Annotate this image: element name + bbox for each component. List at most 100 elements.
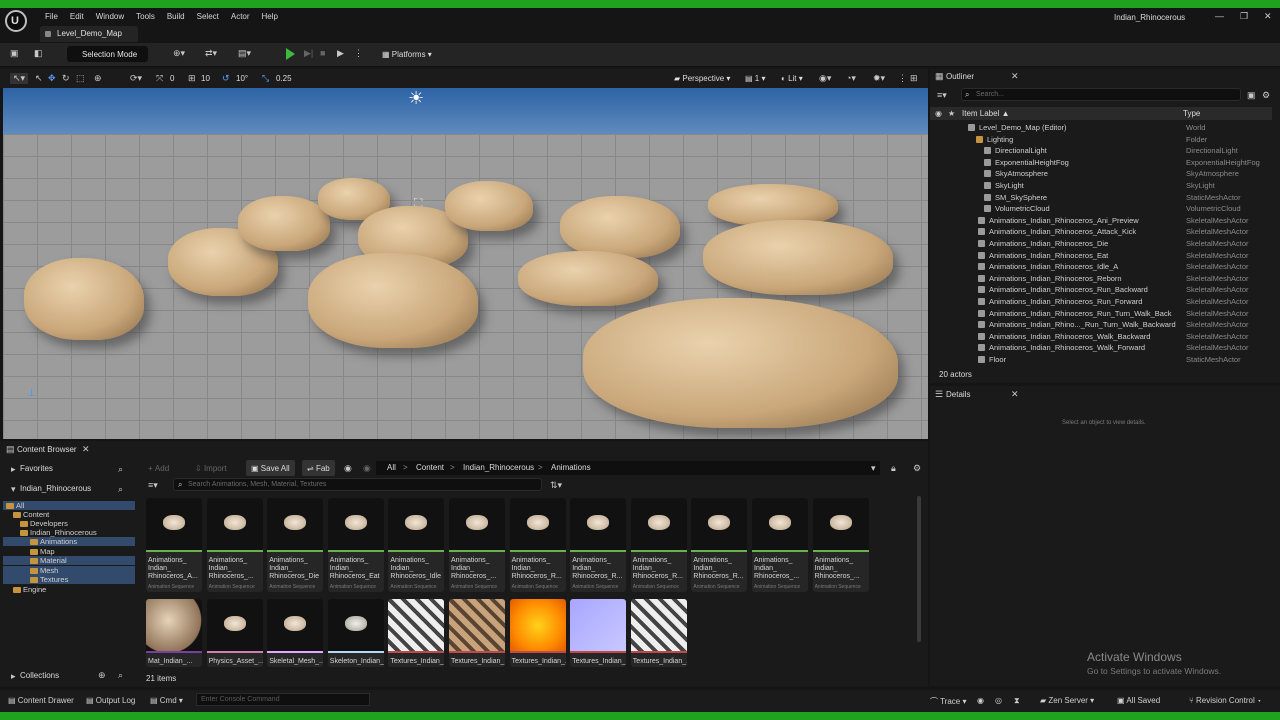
grid-snap-value[interactable]: 10 [201,70,210,86]
type-column[interactable]: Type [1183,109,1200,123]
asset-tile[interactable]: Textures_Indian_... [509,599,566,667]
cb-settings-icon[interactable]: ⚙ [913,463,921,474]
path-content[interactable]: Content [416,463,444,472]
asset-tile[interactable]: Textures_Indian_... [388,599,445,667]
fab-button[interactable]: ⇌ Fab [302,460,335,476]
outliner-fog-row[interactable]: ExponentialHeightFog ExponentialHeightFog [930,157,1272,168]
menu-help[interactable]: Help [256,12,284,21]
rhino-actor[interactable] [583,298,898,428]
close-details-icon[interactable]: ✕ [1011,389,1019,400]
tree-item-developers[interactable]: Developers [3,519,68,528]
outliner-actor-row[interactable]: Floor StaticMeshActor [930,354,1272,365]
select-tool-icon[interactable]: ↖ [35,73,43,84]
collections-search-icon[interactable]: ⌕ [118,670,123,681]
rhino-actor[interactable] [518,251,658,306]
tree-item-content[interactable]: Content [3,510,49,519]
cinematics-icon[interactable]: ▤▾ [238,48,251,59]
rhino-actor[interactable] [24,258,144,340]
maximize-icon[interactable]: ❐ [1240,11,1248,22]
path-indian-rhinocerous[interactable]: Indian_Rhinocerous [463,463,534,472]
collapse-root-icon[interactable]: ▾ [11,484,16,495]
tree-item-all[interactable]: All [3,501,135,510]
tree-item-engine[interactable]: Engine [3,585,46,594]
asset-tile[interactable]: Animations_ Indian_ Rhinoceros_R... Anima… [691,498,748,592]
outliner-search[interactable]: Search... [961,88,1241,101]
step-icon[interactable]: ▶| [304,48,313,59]
root-search-icon[interactable]: ⌕ [118,484,123,495]
path-dropdown-icon[interactable]: ▾ [871,463,876,474]
layout-icon[interactable]: ⊞ [910,73,918,84]
play-options-icon[interactable]: ⋮ [354,48,363,59]
blueprint-icon[interactable]: ⇄▾ [205,48,217,59]
close-window-icon[interactable]: ✕ [1264,11,1272,22]
outliner-actor-row[interactable]: Animations_Indian_Rhinoceros_Run_Backwar… [930,284,1272,295]
rotate-tool-icon[interactable]: ↻ [62,73,70,84]
surface-snap-icon[interactable]: ⟳▾ [130,73,142,84]
outliner-actor-row[interactable]: Animations_Indian_Rhinoceros_Reborn Skele… [930,273,1272,284]
content-drawer-button[interactable]: ▤ Content Drawer [8,696,74,705]
asset-tile[interactable]: Textures_Indian_... [570,599,627,667]
asset-tile[interactable]: Skeletal_Mesh_... [267,599,324,667]
asset-tile[interactable]: Animations_ Indian_ Rhinoceros_... Animat… [449,498,505,592]
scale-tool-icon[interactable]: ⬚ [76,73,85,84]
project-root-header[interactable]: Indian_Rhinocerous [20,484,91,498]
outliner-actor-row[interactable]: Animations_Indian_Rhinoceros_Run_Turn_Wa… [930,308,1272,319]
menu-select[interactable]: Select [191,12,225,21]
rhino-actor[interactable] [308,253,478,348]
pin-icon[interactable]: ★ [948,109,955,118]
menu-edit[interactable]: Edit [64,12,90,21]
collections-header[interactable]: Collections [20,671,59,685]
asset-tile[interactable]: Textures_Indian_... [630,599,687,667]
tree-item-animations[interactable]: Animations [3,537,135,546]
scale-snap-value[interactable]: 0.25 [276,70,292,86]
menu-tools[interactable]: Tools [130,12,161,21]
close-outliner-icon[interactable]: ✕ [1011,71,1019,82]
scale-snap-icon[interactable]: ⤡ [262,73,269,84]
tree-item-map[interactable]: Map [3,547,55,556]
asset-search[interactable]: Search Animations, Mesh, Material, Textu… [173,478,542,491]
outliner-light-row[interactable]: DirectionalLight DirectionalLight [930,145,1272,156]
save-icon[interactable]: ▣ [10,48,19,59]
content-icon[interactable]: ◧ [34,48,43,59]
asset-tile[interactable]: Animations_ Indian_ Rhinoceros_Eat Animat… [327,498,384,592]
platforms-button[interactable]: ▦ Platforms ▾ [382,46,432,62]
record-icon[interactable]: ◉ [977,696,984,705]
outliner-actor-row[interactable]: Animations_Indian_Rhinoceros_Ani_Preview… [930,215,1272,226]
filter-dropdown-icon[interactable]: ≡▾ [148,480,158,491]
item-label-column[interactable]: Item Label ▲ [962,109,1010,123]
rhino-actor[interactable] [560,196,680,258]
path-all[interactable]: All [387,463,396,472]
tree-item-material[interactable]: Material [3,556,135,565]
outliner-actor-row[interactable]: Animations_Indian_Rhinoceros_Run_Forward… [930,296,1272,307]
trace-dropdown[interactable]: ⌒ Trace ▾ [930,696,966,707]
close-content-browser-icon[interactable]: ✕ [82,444,90,455]
snap-translate-icon[interactable]: ⤧ [156,73,163,84]
outliner-folder-row[interactable]: Lighting Folder [930,134,1272,145]
menu-window[interactable]: Window [90,12,130,21]
eject-icon[interactable]: ▶ [337,48,344,59]
asset-tile[interactable]: Animations_ Indian_ Rhinoceros_R... Anima… [570,498,627,592]
outliner-atmosphere-row[interactable]: SkyAtmosphere SkyAtmosphere [930,168,1272,179]
all-saved-button[interactable]: ▣ All Saved [1117,696,1160,705]
asset-tile[interactable]: Animations_ Indian_ Rhinoceros_Idle Anima… [388,498,445,592]
expand-favorites-icon[interactable]: ▸ [11,464,16,475]
asset-tile[interactable]: Animations_ Indian_ Rhinoceros_... Animat… [206,498,263,592]
map-tab[interactable]: Level_Demo_Map [40,26,138,42]
asset-tile[interactable]: Skeleton_Indian_... [327,599,384,667]
minimize-icon[interactable]: — [1215,11,1224,21]
new-folder-icon[interactable]: ▣ [1247,90,1256,101]
asset-tile[interactable]: Animations_ Indian_ Rhinoceros_... Animat… [752,498,808,592]
tree-item-mesh[interactable]: Mesh [3,566,135,575]
revision-control-button[interactable]: ⑂ Revision Control ▾ [1189,696,1262,705]
visibility-icon[interactable]: ◉ [935,109,942,118]
sort-icon[interactable]: ⇅▾ [550,480,562,491]
unreal-logo-icon[interactable]: U [5,10,27,32]
outliner-skysphere-row[interactable]: SM_SkySphere StaticMeshActor [930,192,1272,203]
rhino-actor[interactable] [238,196,330,251]
transform-menu-icon[interactable]: ↖▾ [10,73,29,84]
console-input[interactable]: Enter Console Command [196,693,370,706]
zen-server-dropdown[interactable]: ▰ Zen Server ▾ [1040,696,1094,705]
rhino-actor[interactable] [445,181,533,231]
asset-tile[interactable]: Animations_ Indian_ Rhinoceros_Die Animat… [267,498,324,592]
performance-icon[interactable]: ◔▾ [846,73,856,84]
